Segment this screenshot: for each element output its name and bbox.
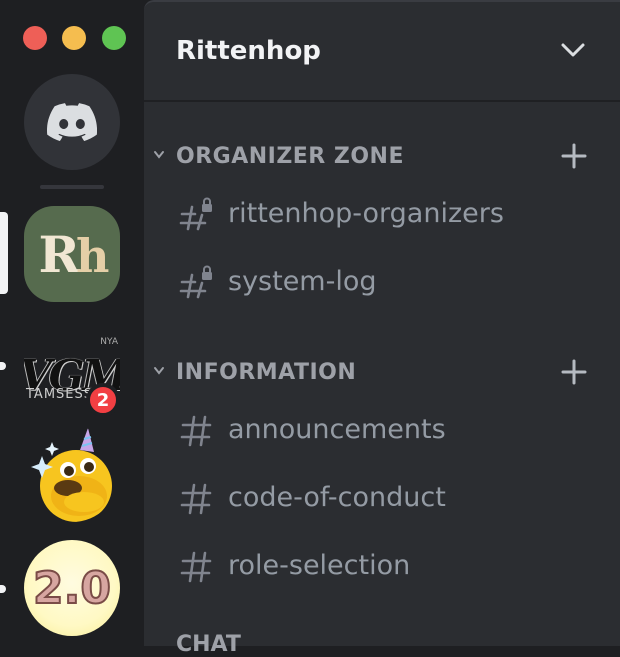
server-two-point-o[interactable]: 2.0 — [24, 540, 120, 636]
category-information[interactable]: INFORMATION — [144, 352, 620, 392]
server-name: Rittenhop — [176, 36, 321, 66]
category-organizer-zone[interactable]: ORGANIZER ZONE — [144, 136, 620, 176]
server-header[interactable]: Rittenhop — [144, 2, 620, 102]
channel-system-log[interactable]: system-log — [168, 255, 588, 311]
server-rittenhop-logo: Rh — [38, 224, 109, 284]
server-vgm-corner-text: NYA — [100, 337, 118, 347]
locked-text-channel-icon — [179, 197, 212, 231]
mention-badge: 2 — [86, 383, 120, 417]
add-channel-icon[interactable] — [560, 142, 588, 170]
unread-indicator — [0, 362, 6, 370]
locked-text-channel-icon — [179, 265, 212, 299]
channel-name: system-log — [228, 266, 377, 297]
category-label: INFORMATION — [176, 360, 357, 385]
selected-server-indicator — [0, 212, 8, 294]
channel-announcements[interactable]: announcements — [168, 403, 588, 459]
unicorn-face-emoji-icon — [31, 428, 112, 522]
server-vgm-subtext: TAMSESS — [26, 387, 94, 402]
rail-divider — [40, 185, 104, 189]
server-rail: Rh VGM TAMSESS NYA 2 2.0 — [0, 0, 144, 646]
channel-name: rittenhop-organizers — [228, 198, 504, 229]
window-zoom-button[interactable] — [102, 26, 126, 50]
unread-indicator — [0, 585, 6, 593]
channel-rittenhop-organizers[interactable]: rittenhop-organizers — [168, 187, 588, 243]
channel-name: announcements — [228, 414, 446, 445]
channel-sidebar: Rittenhop ORGANIZER ZONE rittenhop-organ… — [144, 0, 620, 657]
chevron-down-icon — [154, 367, 164, 375]
text-channel-icon — [180, 551, 212, 583]
chevron-down-icon — [154, 151, 164, 159]
discord-logo-icon — [47, 103, 97, 141]
server-rittenhop[interactable]: Rh — [24, 206, 120, 302]
category-label: ORGANIZER ZONE — [176, 144, 404, 169]
server-emoji[interactable] — [24, 426, 120, 522]
channel-code-of-conduct[interactable]: code-of-conduct — [168, 471, 588, 527]
text-channel-icon — [180, 415, 212, 447]
channel-name: code-of-conduct — [228, 482, 446, 513]
add-channel-icon[interactable] — [560, 358, 588, 386]
channel-name: role-selection — [228, 550, 411, 581]
text-channel-icon — [180, 483, 212, 515]
channel-role-selection[interactable]: role-selection — [168, 539, 588, 595]
home-button[interactable] — [24, 74, 120, 170]
category-chat-label[interactable]: CHAT — [176, 632, 241, 657]
chevron-down-icon[interactable] — [560, 40, 586, 60]
server-two-point-o-logo: 2.0 — [32, 562, 112, 615]
window-minimize-button[interactable] — [62, 26, 86, 50]
window-close-button[interactable] — [23, 26, 47, 50]
